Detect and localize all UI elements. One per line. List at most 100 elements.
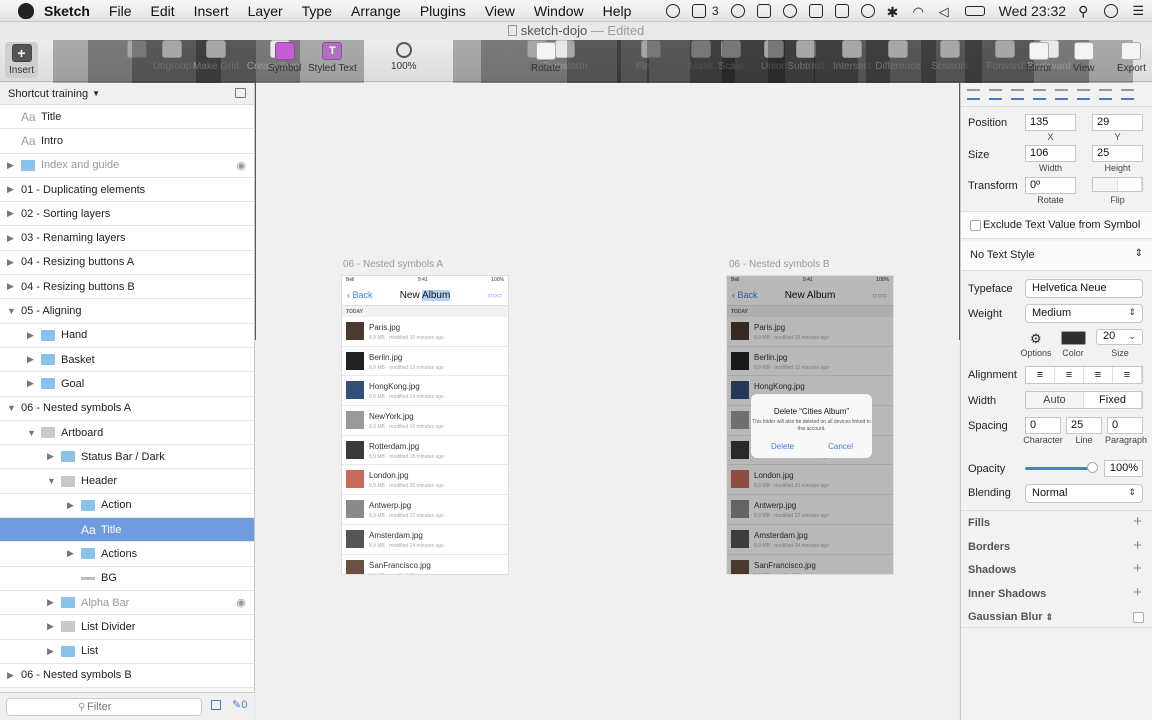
shadows-section[interactable]: Shadows [968, 564, 1016, 576]
record-icon[interactable] [782, 4, 797, 18]
linkedin-icon[interactable] [691, 4, 706, 18]
layer-row[interactable]: ▶ List [0, 639, 254, 664]
distribute-h-icon[interactable] [1099, 89, 1112, 100]
alert-cancel-button[interactable]: Cancel [828, 442, 853, 451]
character-spacing-field[interactable]: 0 [1025, 417, 1061, 434]
text-align-left-icon[interactable]: ≡ [1026, 367, 1055, 383]
disclosure-closed-icon[interactable]: ▶ [7, 670, 17, 681]
layer-row[interactable]: ▼ 05 - Aligning [0, 299, 254, 324]
opacity-slider[interactable] [1025, 467, 1092, 470]
creative-cloud-icon[interactable] [730, 4, 745, 18]
edited-layers-toggle[interactable]: ✎0 [232, 698, 247, 711]
calendar-icon[interactable] [834, 4, 849, 18]
list-item[interactable]: NewYork.jpg 8,9 MB · modified 16 minutes … [342, 406, 508, 436]
weight-select[interactable]: Medium ⇕ [1025, 304, 1143, 323]
line-spacing-field[interactable]: 25 [1066, 417, 1102, 434]
gaussian-blur-section[interactable]: Gaussian Blur ⇕ [968, 611, 1053, 623]
layer-row[interactable]: ▶ Action [0, 493, 254, 519]
align-bottom-icon[interactable] [1077, 89, 1090, 100]
disclosure-closed-icon[interactable]: ▶ [67, 548, 77, 559]
list-item[interactable]: Rotterdam.jpg 8,9 MB · modified 18 minute… [342, 436, 508, 466]
layer-row[interactable]: ▶ List Divider [0, 615, 254, 640]
layer-row[interactable]: ▼ Artboard [0, 420, 254, 446]
disclosure-closed-icon[interactable]: ▶ [47, 621, 57, 632]
list-item[interactable]: SanFrancisco.jpg 8,9 MB · modified 26 min… [342, 555, 508, 574]
list-item[interactable]: Berlin.jpg 8,9 MB · modified 12 minutes a… [342, 347, 508, 377]
text-style-select[interactable]: No Text Style [970, 249, 1035, 261]
layer-row[interactable]: ▶ 01 - Duplicating elements [0, 177, 254, 203]
rotate-field[interactable]: 0º [1025, 177, 1076, 194]
text-color-swatch[interactable] [1061, 331, 1086, 345]
exclude-text-checkbox[interactable] [970, 220, 981, 231]
filter-input[interactable] [6, 698, 202, 716]
disclosure-closed-icon[interactable]: ▶ [27, 330, 37, 341]
screen-capture-icon[interactable] [756, 4, 771, 18]
x-field[interactable]: 135 [1025, 114, 1076, 131]
more-icon[interactable]: ○○○ [488, 291, 503, 300]
menu-type[interactable]: Type [302, 3, 332, 19]
rotate-button[interactable]: Rotate [531, 42, 560, 74]
menu-arrange[interactable]: Arrange [351, 3, 401, 19]
disclosure-closed-icon[interactable]: ▶ [7, 184, 17, 195]
opacity-slider-knob[interactable] [1087, 462, 1098, 473]
artboard-nested-symbols-b[interactable]: Bell 9:41 100% ‹ Back New Album ○○○ TODAY … [726, 275, 894, 575]
menu-insert[interactable]: Insert [194, 3, 229, 19]
symbols-toggle-icon[interactable] [211, 700, 221, 710]
disclosure-open-icon[interactable]: ▼ [7, 403, 17, 413]
disclosure-closed-icon[interactable]: ▶ [67, 500, 77, 511]
layer-row[interactable]: ▶ Index and guide ◉ [0, 153, 254, 178]
add-border-icon[interactable]: + [1133, 537, 1142, 554]
disclosure-closed-icon[interactable]: ▶ [47, 597, 57, 608]
paragraph-spacing-field[interactable]: 0 [1107, 417, 1143, 434]
layer-row[interactable]: Aa Title [0, 518, 254, 543]
clock[interactable]: Wed 23:32 [999, 3, 1066, 19]
text-align-right-icon[interactable]: ≡ [1084, 367, 1113, 383]
font-size-field[interactable]: 20 ⌄ [1096, 329, 1143, 345]
layer-row[interactable]: ▶ Status Bar / Dark [0, 445, 254, 470]
layer-row[interactable]: ▶ Alpha Bar ◉ [0, 590, 254, 616]
disclosure-closed-icon[interactable]: ▶ [7, 257, 17, 268]
layer-row[interactable]: ▶ Hand [0, 323, 254, 348]
zoom-control[interactable]: 100% [391, 42, 417, 72]
eye-icon[interactable]: ◉ [236, 596, 246, 609]
menu-plugins[interactable]: Plugins [420, 3, 466, 19]
artboard-a-label[interactable]: 06 - Nested symbols A [343, 259, 443, 270]
list-item[interactable]: Amsterdam.jpg 8,9 MB · modified 24 minute… [342, 525, 508, 555]
y-field[interactable]: 29 [1092, 114, 1143, 131]
disclosure-closed-icon[interactable]: ▶ [27, 378, 37, 389]
fixed-width-button[interactable]: Fixed [1084, 392, 1142, 408]
brightness-icon[interactable] [665, 4, 680, 18]
collapse-pages-icon[interactable] [235, 88, 246, 98]
fills-section[interactable]: Fills [968, 517, 990, 529]
layer-row[interactable]: Aa Intro [0, 129, 254, 154]
layer-row[interactable]: ▶ Basket [0, 347, 254, 373]
layer-row[interactable]: Aa Title [0, 105, 254, 130]
width-field[interactable]: 106 [1025, 145, 1076, 162]
layer-row[interactable]: ▶ 03 - Renaming layers [0, 226, 254, 251]
align-center-icon[interactable] [989, 89, 1002, 100]
layer-row[interactable]: ▼ Header [0, 469, 254, 494]
bluetooth-icon[interactable]: ✱ [887, 4, 901, 20]
canvas[interactable]: 06 - Nested symbols A Bell 9:41 100% ‹ Bac… [256, 83, 959, 720]
mirror-button[interactable]: Mirror [1026, 42, 1052, 74]
time-machine-icon[interactable] [860, 4, 875, 18]
disclosure-closed-icon[interactable]: ▶ [47, 646, 57, 657]
opacity-field[interactable]: 100% [1104, 460, 1143, 477]
auto-width-button[interactable]: Auto [1026, 392, 1084, 408]
apple-menu-icon[interactable] [18, 2, 34, 19]
layer-row[interactable]: ▶ Goal [0, 372, 254, 397]
styled-text-button[interactable]: T Styled Text [308, 42, 357, 74]
add-shadow-icon[interactable]: + [1133, 560, 1142, 577]
view-button[interactable]: View [1073, 42, 1095, 74]
add-inner-shadow-icon[interactable]: + [1133, 584, 1142, 601]
page-selector[interactable]: Shortcut training ▼ [0, 83, 254, 105]
symbol-button[interactable]: Symbol [268, 42, 301, 74]
distribute-v-icon[interactable] [1121, 89, 1134, 100]
insert-button[interactable]: + Insert [5, 42, 39, 78]
volume-icon[interactable]: ◁ [939, 4, 953, 19]
height-field[interactable]: 25 [1092, 145, 1143, 162]
header-title[interactable]: New Album [342, 290, 508, 301]
gaussian-blur-checkbox[interactable] [1133, 612, 1144, 623]
typeface-field[interactable]: Helvetica Neue [1025, 279, 1143, 298]
gear-icon[interactable]: ⚙ [1030, 331, 1042, 347]
